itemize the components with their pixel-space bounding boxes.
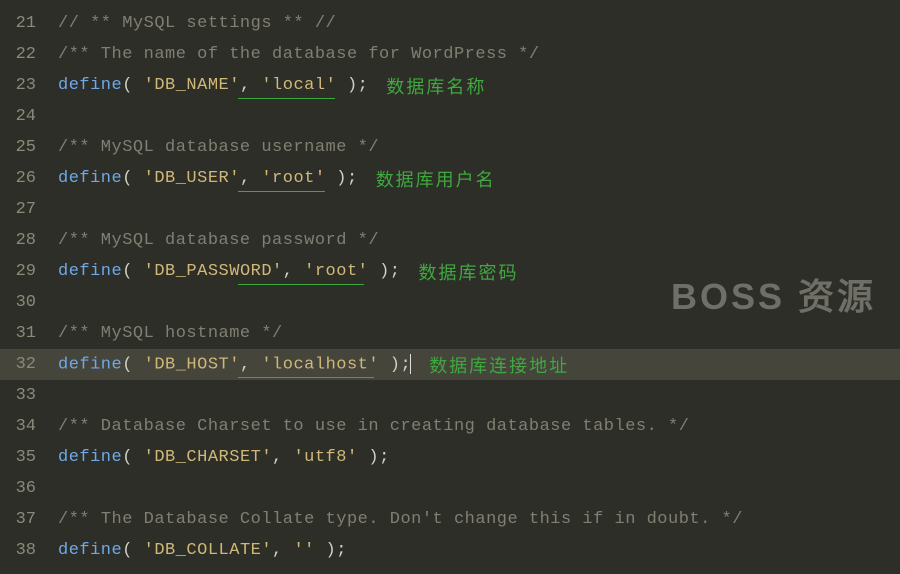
code-line[interactable]: 34/** Database Charset to use in creatin… (0, 411, 900, 442)
underline-decoration (238, 98, 335, 99)
code-line[interactable]: 37/** The Database Collate type. Don't c… (0, 504, 900, 535)
code-line[interactable]: 22/** The name of the database for WordP… (0, 39, 900, 70)
line-number: 31 (0, 324, 58, 343)
code-content[interactable]: define( 'DB_NAME', 'local' ); (58, 76, 368, 95)
code-line[interactable]: 23define( 'DB_NAME', 'local' ); 数据库名称 (0, 70, 900, 101)
code-content[interactable]: // ** MySQL settings ** // (58, 14, 336, 33)
line-number: 21 (0, 14, 58, 33)
line-number: 23 (0, 76, 58, 95)
code-content[interactable]: /** MySQL database password */ (58, 231, 379, 250)
code-line[interactable]: 35define( 'DB_CHARSET', 'utf8' ); (0, 442, 900, 473)
code-content[interactable]: /** Database Charset to use in creating … (58, 417, 689, 436)
code-line[interactable]: 21// ** MySQL settings ** // (0, 8, 900, 39)
code-content[interactable]: /** The name of the database for WordPre… (58, 45, 540, 64)
line-number: 36 (0, 479, 58, 498)
code-line[interactable]: 32define( 'DB_HOST', 'localhost' ); 数据库连接… (0, 349, 900, 380)
underline-decoration (238, 377, 374, 378)
annotation-label: 数据库密码 (418, 259, 518, 285)
text-cursor (410, 354, 411, 374)
code-line[interactable]: 36 (0, 473, 900, 504)
line-number: 33 (0, 386, 58, 405)
underline-decoration (238, 191, 325, 192)
annotation-label: 数据库连接地址 (429, 352, 569, 378)
line-number: 37 (0, 510, 58, 529)
line-number: 28 (0, 231, 58, 250)
watermark-text: BOSS 资源 (671, 268, 876, 320)
line-number: 24 (0, 107, 58, 126)
code-content[interactable]: /** MySQL hostname */ (58, 324, 283, 343)
code-content[interactable]: define( 'DB_PASSWORD', 'root' ); (58, 262, 400, 281)
code-line[interactable]: 28/** MySQL database password */ (0, 225, 900, 256)
line-number: 26 (0, 169, 58, 188)
line-number: 25 (0, 138, 58, 157)
code-line[interactable]: 27 (0, 194, 900, 225)
code-content[interactable]: define( 'DB_HOST', 'localhost' ); (58, 354, 411, 374)
code-content[interactable]: /** The Database Collate type. Don't cha… (58, 510, 743, 529)
code-line[interactable]: 33 (0, 380, 900, 411)
code-content[interactable]: define( 'DB_CHARSET', 'utf8' ); (58, 448, 390, 467)
code-line[interactable]: 38define( 'DB_COLLATE', '' ); (0, 535, 900, 566)
annotation-label: 数据库用户名 (376, 166, 496, 192)
code-line[interactable]: 26define( 'DB_USER', 'root' ); 数据库用户名 (0, 163, 900, 194)
line-number: 35 (0, 448, 58, 467)
code-line[interactable]: 25/** MySQL database username */ (0, 132, 900, 163)
line-number: 22 (0, 45, 58, 64)
code-line[interactable]: 24 (0, 101, 900, 132)
line-number: 27 (0, 200, 58, 219)
line-number: 29 (0, 262, 58, 281)
line-number: 30 (0, 293, 58, 312)
line-number: 34 (0, 417, 58, 436)
line-number: 32 (0, 355, 58, 374)
annotation-label: 数据库名称 (386, 73, 486, 99)
line-number: 38 (0, 541, 58, 560)
code-content[interactable]: /** MySQL database username */ (58, 138, 379, 157)
code-line[interactable]: 31/** MySQL hostname */ (0, 318, 900, 349)
code-content[interactable]: define( 'DB_USER', 'root' ); (58, 169, 358, 188)
underline-decoration (238, 284, 364, 285)
code-content[interactable]: define( 'DB_COLLATE', '' ); (58, 541, 347, 560)
